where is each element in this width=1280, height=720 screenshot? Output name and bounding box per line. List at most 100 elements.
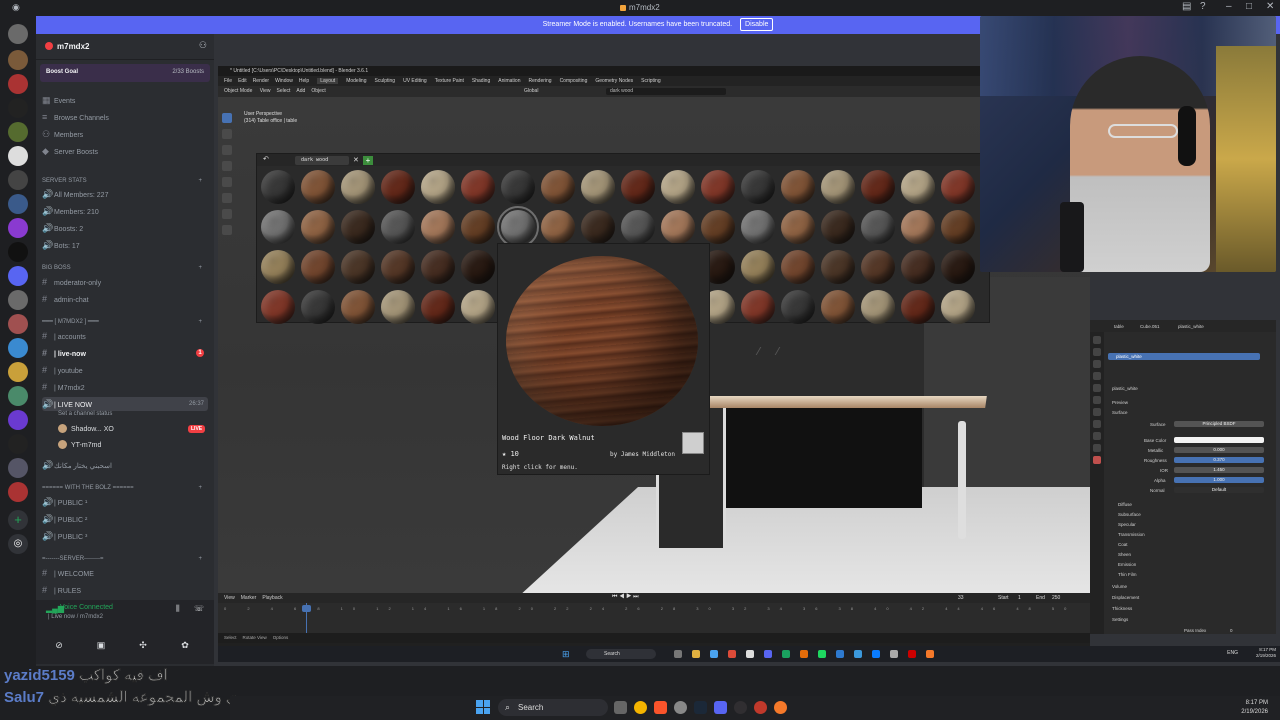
subsection[interactable]: Thin Film: [1118, 572, 1137, 577]
modifier-tab-icon[interactable]: [1093, 408, 1101, 416]
material-thumbnail[interactable]: [901, 250, 935, 284]
material-thumbnail[interactable]: [941, 250, 975, 284]
workspace-tab[interactable]: Shading: [472, 78, 490, 84]
volume-section[interactable]: Volume: [1112, 584, 1127, 589]
tool-tab-icon[interactable]: [1093, 336, 1101, 344]
voice-channel-live-now[interactable]: 🔊| LIVE NOW 26:37: [42, 397, 208, 411]
material-thumbnail[interactable]: [301, 210, 335, 244]
set-status-hint[interactable]: Set a channel status: [58, 411, 112, 417]
app-icon[interactable]: [854, 650, 862, 658]
material-thumbnail[interactable]: [901, 290, 935, 324]
move-tool-icon[interactable]: [222, 145, 232, 155]
material-thumbnail[interactable]: [861, 250, 895, 284]
server-icon[interactable]: [8, 218, 28, 238]
material-thumbnail[interactable]: [541, 210, 575, 244]
app-icon[interactable]: [908, 650, 916, 658]
members-item[interactable]: ⚇ Members: [42, 127, 208, 141]
timeline-menu-item[interactable]: Playback: [262, 595, 282, 601]
server-icon[interactable]: [8, 362, 28, 382]
output-tab-icon[interactable]: [1093, 360, 1101, 368]
constraint-tab-icon[interactable]: [1093, 432, 1101, 440]
viewport-menu-item[interactable]: View: [260, 88, 271, 94]
server-icon[interactable]: [8, 74, 28, 94]
measure-tool-icon[interactable]: [222, 209, 232, 219]
material-thumbnail[interactable]: [941, 210, 975, 244]
material-thumbnail[interactable]: [341, 290, 375, 324]
app-icon[interactable]: [818, 650, 826, 658]
app-icon[interactable]: [754, 701, 767, 714]
channel-youtube[interactable]: # | youtube: [42, 363, 208, 377]
material-thumbnail[interactable]: [381, 170, 415, 204]
explore-icon[interactable]: ◎: [8, 534, 28, 554]
mode-select[interactable]: Object Mode: [224, 88, 252, 94]
pass-index-field[interactable]: 0: [1230, 628, 1233, 633]
playhead[interactable]: [302, 603, 311, 633]
server-icon[interactable]: [8, 266, 28, 286]
material-thumbnail[interactable]: [381, 210, 415, 244]
app-icon[interactable]: [872, 650, 880, 658]
channel-all-members[interactable]: 🔊All Members: 227: [42, 187, 208, 201]
material-thumbnail[interactable]: [581, 210, 615, 244]
preview-section[interactable]: Preview: [1112, 400, 1128, 405]
workspace-tab[interactable]: Scripting: [641, 78, 660, 84]
blender-icon[interactable]: [774, 701, 787, 714]
category-big-boss[interactable]: Big boss +: [42, 261, 208, 275]
server-icon[interactable]: [8, 338, 28, 358]
cursor-tool-icon[interactable]: [222, 129, 232, 139]
material-thumbnail[interactable]: [941, 290, 975, 324]
material-field[interactable]: plastic_white: [1112, 386, 1138, 391]
camera-off-icon[interactable]: ⊘: [44, 638, 74, 652]
transform-orientation[interactable]: Global: [524, 86, 538, 97]
minimize-button[interactable]: –: [1226, 1, 1232, 12]
obs-icon[interactable]: [734, 701, 747, 714]
server-icon[interactable]: [8, 50, 28, 70]
material-thumbnail[interactable]: [901, 210, 935, 244]
rotate-tool-icon[interactable]: [222, 161, 232, 171]
server-icon[interactable]: [8, 146, 28, 166]
app-icon[interactable]: [764, 650, 772, 658]
world-tab-icon[interactable]: [1093, 384, 1101, 392]
streamed-search[interactable]: Search: [586, 649, 656, 659]
server-icon[interactable]: [8, 242, 28, 262]
viewport-menu-item[interactable]: Object: [311, 88, 325, 94]
material-tab-icon[interactable]: [1093, 456, 1101, 464]
timeline-ruler[interactable]: 0 2 4 6 8 10 12 14 16 18 20 22 24 26 28 …: [224, 606, 1084, 614]
server-boosts-item[interactable]: ◆ Server Boosts: [42, 144, 208, 158]
channel-public-3[interactable]: 🔊| PUBLIC ³: [42, 529, 208, 543]
server-icon[interactable]: [8, 314, 28, 334]
server-icon[interactable]: [8, 170, 28, 190]
material-thumbnail[interactable]: [741, 290, 775, 324]
alpha-field[interactable]: 1.000: [1174, 477, 1264, 483]
material-thumbnail[interactable]: [421, 170, 455, 204]
playback-controls[interactable]: ⏮ ◀ ▶ ⏭: [612, 594, 639, 601]
material-thumbnail[interactable]: [261, 250, 295, 284]
chrome-icon[interactable]: [634, 701, 647, 714]
app-icon[interactable]: [710, 650, 718, 658]
menu-item[interactable]: Edit: [238, 78, 247, 84]
material-thumbnail[interactable]: [861, 290, 895, 324]
material-thumbnail[interactable]: [621, 210, 655, 244]
add-asset-button[interactable]: +: [363, 156, 373, 165]
screen-share-icon[interactable]: ▣: [86, 638, 116, 652]
subsection[interactable]: Specular: [1118, 522, 1136, 527]
material-thumbnail[interactable]: [741, 250, 775, 284]
material-thumbnail[interactable]: [261, 290, 295, 324]
menu-item[interactable]: Window: [275, 78, 293, 84]
asset-search-input[interactable]: dark wood: [606, 88, 726, 95]
ior-field[interactable]: 1.450: [1174, 467, 1264, 473]
soundboard-icon[interactable]: ✿: [170, 638, 200, 652]
material-thumbnail[interactable]: [497, 206, 539, 248]
add-channel-icon[interactable]: +: [198, 174, 202, 188]
app-icon[interactable]: [674, 650, 682, 658]
events-item[interactable]: ▦ Events: [42, 93, 208, 107]
channel-m7mdx2[interactable]: # | M7mdx2: [42, 380, 208, 394]
viewport-menu-item[interactable]: Select: [277, 88, 291, 94]
channel-public-1[interactable]: 🔊| PUBLIC ¹: [42, 495, 208, 509]
help-icon[interactable]: ?: [1200, 1, 1206, 12]
clear-search-icon[interactable]: ✕: [353, 156, 359, 165]
menu-item[interactable]: Render: [253, 78, 269, 84]
workspace-tab[interactable]: Geometry Nodes: [595, 78, 633, 84]
app-icon[interactable]: [800, 650, 808, 658]
channel-members[interactable]: 🔊Members: 210: [42, 204, 208, 218]
material-thumbnail[interactable]: [701, 210, 735, 244]
